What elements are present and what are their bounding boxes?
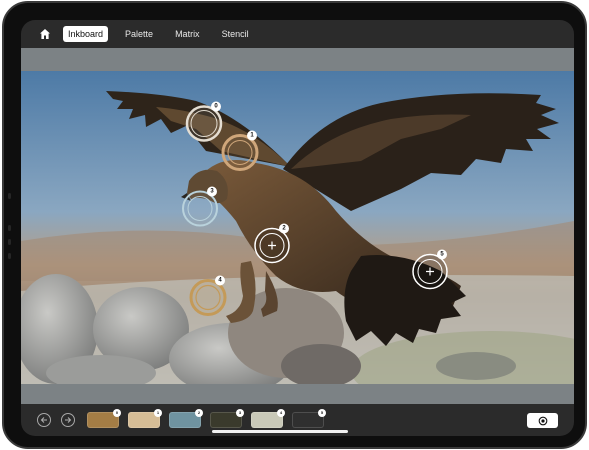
marker-3[interactable]: 3 — [180, 186, 220, 234]
swatch-badge: 3 — [236, 409, 244, 417]
marker-badge: 1 — [247, 130, 257, 141]
forward-button[interactable] — [61, 413, 75, 427]
tab-inkboard[interactable]: Inkboard — [63, 26, 109, 42]
photo-canvas[interactable]: 0 1 2 3 4 5 — [21, 71, 574, 384]
marker-badge: 2 — [279, 223, 289, 234]
swatch-badge: 1 — [154, 409, 162, 417]
marker-2[interactable]: 2 — [252, 223, 292, 271]
tab-stencil[interactable]: Stencil — [217, 26, 254, 42]
marker-5[interactable]: 5 — [410, 249, 450, 297]
tab-palette[interactable]: Palette — [120, 26, 158, 42]
marker-1[interactable]: 1 — [220, 130, 260, 178]
arrow-left-icon — [40, 417, 47, 423]
tablet-frame: Inkboard Palette Matrix Stencil 0 1 2 3 … — [2, 1, 587, 449]
marker-4[interactable]: 4 — [188, 275, 228, 323]
capture-button[interactable] — [527, 413, 558, 428]
color-swatch-2[interactable]: 2 — [169, 409, 203, 428]
marker-badge: 5 — [437, 249, 447, 260]
swatch-badge: 2 — [195, 409, 203, 417]
marker-0[interactable]: 0 — [184, 101, 224, 149]
home-icon — [40, 29, 50, 39]
home-indicator[interactable] — [212, 430, 348, 433]
swatch-badge: 0 — [113, 409, 121, 417]
color-swatch-3[interactable]: 3 — [210, 409, 244, 428]
marker-badge: 4 — [215, 275, 225, 286]
tab-matrix[interactable]: Matrix — [170, 26, 205, 42]
canvas-bottom-margin — [21, 384, 574, 404]
color-swatch-5[interactable]: 5 — [292, 409, 326, 428]
marker-badge: 0 — [211, 101, 221, 112]
screen: Inkboard Palette Matrix Stencil 0 1 2 3 … — [21, 20, 574, 436]
canvas-top-margin — [21, 48, 574, 71]
swatch-badge: 5 — [318, 409, 326, 417]
target-icon — [538, 416, 547, 425]
arrow-right-icon — [65, 417, 72, 423]
color-swatch-1[interactable]: 1 — [128, 409, 162, 428]
home-button[interactable] — [35, 24, 55, 44]
back-button[interactable] — [37, 413, 51, 427]
top-toolbar: Inkboard Palette Matrix Stencil — [21, 20, 574, 48]
color-swatch-4[interactable]: 4 — [251, 409, 285, 428]
eagle-photo — [21, 71, 574, 384]
marker-badge: 3 — [207, 186, 217, 197]
color-swatch-0[interactable]: 0 — [87, 409, 121, 428]
swatch-badge: 4 — [277, 409, 285, 417]
